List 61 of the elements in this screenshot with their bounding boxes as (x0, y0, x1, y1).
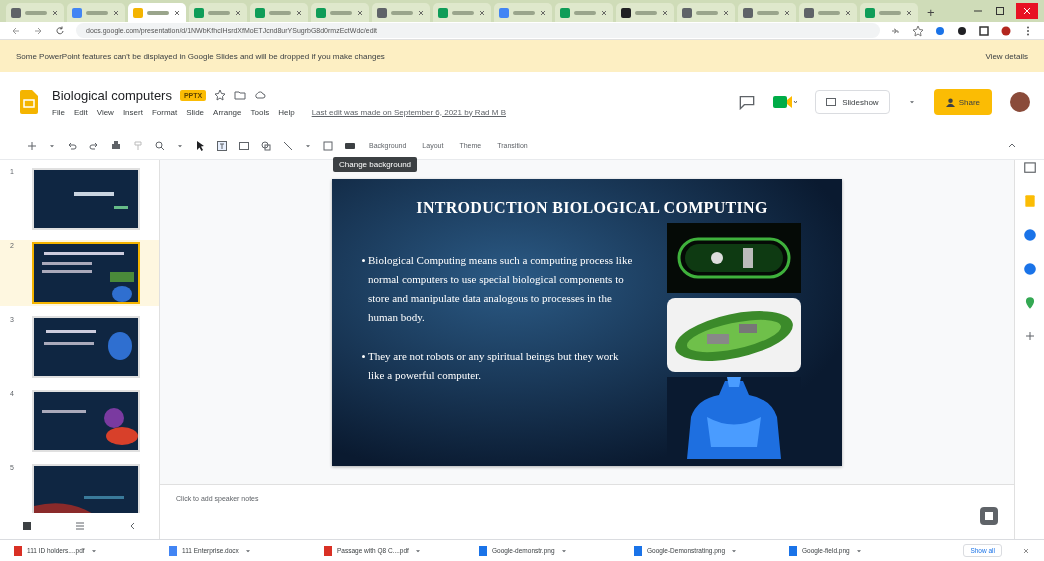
close-icon[interactable] (295, 8, 303, 17)
zoom-icon[interactable] (154, 139, 166, 152)
share-button[interactable]: Share (933, 89, 992, 115)
close-icon[interactable] (478, 8, 486, 17)
slideshow-button[interactable]: Slideshow (815, 90, 890, 114)
close-icon[interactable] (173, 8, 181, 17)
reload-icon[interactable] (54, 24, 66, 37)
explore-icon[interactable] (980, 507, 998, 525)
cloud-icon[interactable] (254, 89, 267, 101)
profile-icon[interactable] (1000, 24, 1012, 37)
close-icon[interactable] (1016, 3, 1038, 19)
close-icon[interactable] (1022, 546, 1030, 555)
shape-icon[interactable] (260, 139, 272, 152)
view-details-link[interactable]: View details (985, 51, 1028, 61)
text-box-icon[interactable] (216, 139, 228, 152)
print-icon[interactable] (110, 139, 122, 152)
close-icon[interactable] (661, 8, 669, 17)
menu-item[interactable]: File (52, 107, 65, 117)
close-icon[interactable] (51, 8, 59, 17)
grid-view-icon[interactable] (20, 520, 33, 532)
comments-icon[interactable] (739, 94, 756, 110)
menu-item[interactable]: Slide (186, 107, 205, 117)
menu-item[interactable]: Arrange (213, 107, 242, 117)
close-icon[interactable] (722, 8, 730, 17)
menu-item[interactable]: Help (278, 107, 295, 117)
cursor-icon[interactable] (194, 139, 206, 152)
folder-icon[interactable] (234, 89, 247, 101)
last-edit-link[interactable]: Last edit was made on September 6, 2021 by Rad M B (311, 107, 506, 117)
close-icon[interactable] (539, 8, 547, 17)
bullet-text: They are not robots or any spiritual beings but they work like a powerful computer. (368, 348, 620, 383)
menu-item[interactable]: Insert (122, 107, 143, 117)
menu-item[interactable]: Format (151, 107, 178, 117)
star-icon[interactable] (214, 89, 227, 101)
star-icon[interactable] (912, 24, 924, 37)
meet-icon[interactable] (773, 95, 798, 109)
banner-message: Some PowerPoint features can't be displayed in Google Slides and will be dropped if you make changes (16, 51, 385, 61)
close-icon[interactable] (783, 8, 791, 17)
bullet-text: Biological Computing means such a computing process like normal computers to use special biological components to store and manipulate data analogous to processes in the human body. (368, 252, 634, 325)
close-icon[interactable] (356, 8, 364, 17)
user-avatar[interactable] (1010, 92, 1030, 112)
line-icon[interactable] (282, 139, 294, 152)
close-icon[interactable] (600, 8, 608, 17)
menu-item[interactable]: Tools (250, 107, 270, 117)
close-icon[interactable] (112, 8, 120, 17)
slideshow-icon (826, 97, 837, 107)
menu-item[interactable]: View (96, 107, 114, 117)
close-icon[interactable] (417, 8, 425, 17)
caret-icon[interactable] (907, 98, 916, 106)
person-icon (945, 97, 955, 107)
browser-tab[interactable] (616, 3, 674, 22)
tooltip: Change background (333, 157, 418, 172)
add-icon[interactable] (26, 139, 38, 152)
maximize-icon[interactable] (994, 5, 1006, 17)
document-title[interactable]: Biological computers (52, 87, 172, 103)
slide-title: INTRODUCTION BIOLOGICAL COMPUTING (415, 198, 769, 217)
close-icon[interactable] (844, 8, 852, 17)
menu-item[interactable]: Edit (73, 107, 88, 117)
close-icon[interactable] (905, 8, 913, 17)
add-icon[interactable] (1023, 330, 1036, 342)
new-tab-button[interactable]: + (921, 5, 941, 22)
close-icon[interactable] (234, 8, 242, 17)
